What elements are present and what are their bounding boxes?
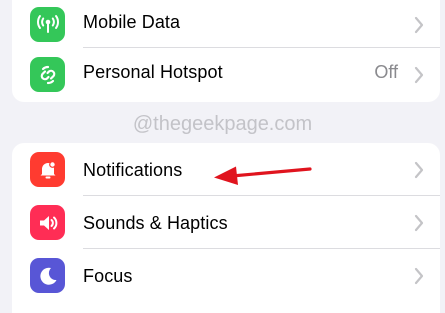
settings-row-sounds-haptics[interactable]: Sounds & Haptics bbox=[12, 196, 440, 249]
settings-group-connectivity: Mobile Data Personal Hotspot Off bbox=[12, 0, 440, 102]
settings-row-label: Focus bbox=[83, 266, 133, 286]
settings-row-focus[interactable]: Focus bbox=[12, 249, 440, 302]
chevron-right-icon bbox=[414, 66, 424, 84]
chevron-right-icon bbox=[414, 16, 424, 34]
chevron-right-icon bbox=[414, 161, 424, 179]
settings-row-mobile-data[interactable]: Mobile Data bbox=[12, 0, 440, 48]
settings-row-label: Sounds & Haptics bbox=[83, 213, 228, 233]
hotspot-status-value: Off bbox=[374, 62, 398, 82]
moon-icon bbox=[30, 258, 65, 293]
hotspot-link-icon bbox=[30, 57, 65, 92]
watermark-text: @thegeekpage.com bbox=[132, 113, 313, 135]
antenna-icon bbox=[30, 7, 65, 42]
chevron-right-icon bbox=[414, 267, 424, 285]
settings-row-label: Notifications bbox=[83, 160, 183, 180]
settings-row-personal-hotspot[interactable]: Personal Hotspot Off bbox=[12, 48, 440, 102]
bell-icon bbox=[30, 152, 65, 187]
settings-row-label: Personal Hotspot bbox=[83, 62, 223, 82]
annotation-arrow bbox=[214, 166, 312, 185]
speaker-icon bbox=[30, 205, 65, 240]
chevron-right-icon bbox=[414, 214, 424, 232]
settings-row-label: Mobile Data bbox=[83, 12, 181, 32]
